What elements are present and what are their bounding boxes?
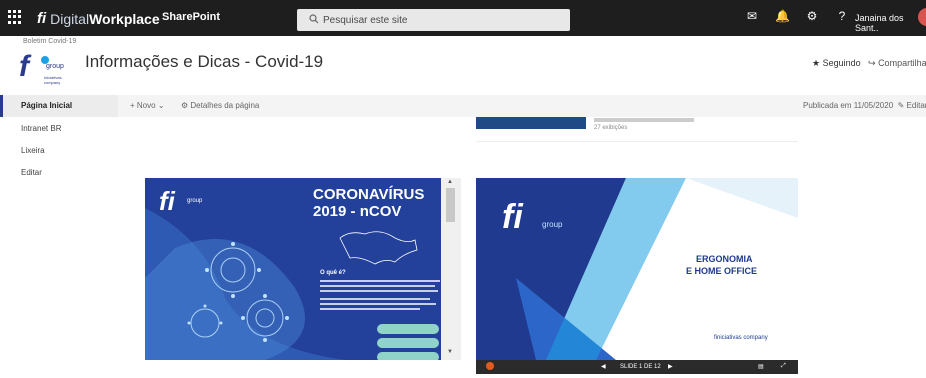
doc1-title2: 2019 - nCOV xyxy=(313,203,402,220)
fullscreen-icon[interactable]: ⤢ xyxy=(781,363,786,370)
scroll-down-icon[interactable]: ▼ xyxy=(447,349,453,355)
doc1-title1: CORONAVÍRUS xyxy=(313,186,425,203)
app-launcher-icon[interactable] xyxy=(8,10,22,24)
share-icon: ↪ xyxy=(868,58,876,68)
star-icon: ★ xyxy=(812,58,821,68)
doc2-company: finiciativas company xyxy=(714,335,768,341)
doc1-group: group xyxy=(187,198,203,204)
edit-button[interactable]: Editar xyxy=(907,101,926,110)
logo-sub: Iniciativas company xyxy=(44,75,62,85)
news-thumbnail[interactable] xyxy=(476,117,586,129)
site-logo[interactable]: f group Iniciativas company xyxy=(19,50,71,90)
page-details-button[interactable]: ⚙ Detalhes da página xyxy=(181,101,259,110)
page-details-label: Detalhes da página xyxy=(190,101,260,110)
gear-icon: ⚙ xyxy=(181,101,189,110)
viewer-scrollbar[interactable]: ▲ ▼ xyxy=(441,178,461,360)
doc2-title1: ERGONOMIA xyxy=(696,254,753,264)
bell-icon[interactable]: 🔔 xyxy=(775,9,790,23)
page-title: Informações e Dicas - Covid-19 xyxy=(85,52,324,71)
sharepoint-link[interactable]: SharePoint xyxy=(162,11,220,23)
brand-workplace: Workplace xyxy=(89,10,160,27)
doc1-logo: fi xyxy=(159,186,175,216)
nav-item-recycle-bin[interactable]: Lixeira xyxy=(21,146,45,155)
doc2-logo: fi xyxy=(502,198,523,236)
doc2-title2: E HOME OFFICE xyxy=(686,266,758,276)
news-views: 27 exibições xyxy=(594,125,628,131)
divider xyxy=(476,141,798,142)
search-icon xyxy=(309,14,319,24)
scroll-up-icon[interactable]: ▲ xyxy=(447,179,453,185)
published-date: Publicada em 11/05/2020 xyxy=(803,101,894,110)
help-icon[interactable]: ? xyxy=(835,9,849,23)
office-icon xyxy=(486,362,494,370)
suite-bar: fi Digital Workplace SharePoint Pesquisar… xyxy=(0,0,926,36)
search-input[interactable]: Pesquisar este site xyxy=(297,9,570,31)
brand-fi: fi xyxy=(37,10,47,27)
chevron-down-icon: ⌄ xyxy=(157,101,165,110)
pencil-icon[interactable]: ✎ xyxy=(898,101,905,110)
nav-item-edit[interactable]: Editar xyxy=(21,168,42,177)
gear-icon[interactable]: ⚙ xyxy=(805,9,819,23)
share-button[interactable]: ↪ Compartilhar xyxy=(868,58,926,69)
next-slide-icon[interactable]: ▶ xyxy=(668,363,673,370)
follow-label: Seguindo xyxy=(822,58,861,68)
share-label: Compartilhar xyxy=(878,58,926,68)
logo-group: group xyxy=(46,63,64,70)
user-name[interactable]: Janaina dos Sant.. xyxy=(855,13,926,33)
doc2-group: group xyxy=(542,220,563,229)
brand-logo[interactable]: fi Digital Workplace xyxy=(37,10,160,27)
megaphone-icon[interactable]: ✉ xyxy=(745,9,759,23)
published-status: Publicada em 11/05/2020 ✎ Editar xyxy=(803,101,926,110)
document-viewer-coronavirus[interactable]: fi group CORONAVÍRUS 2019 - nCOV O quê é… xyxy=(145,178,461,360)
site-header: Boletim Covid-19 f group Iniciativas com… xyxy=(0,36,926,94)
slide-counter: SLIDE 1 DE 12 xyxy=(620,364,661,370)
scroll-thumb[interactable] xyxy=(446,188,455,222)
view-mode-icon[interactable]: ▤ xyxy=(758,363,764,370)
slide-controls: ◀ SLIDE 1 DE 12 ▶ ▤ ⤢ xyxy=(476,360,798,374)
doc1-question: O quê é? xyxy=(320,270,346,276)
breadcrumb[interactable]: Boletim Covid-19 xyxy=(23,38,76,45)
document-viewer-ergonomia[interactable]: fi group ERGONOMIA E HOME OFFICE finicia… xyxy=(476,178,798,360)
prev-slide-icon[interactable]: ◀ xyxy=(601,363,606,370)
follow-button[interactable]: ★ Seguindo xyxy=(812,58,861,69)
new-button[interactable]: + Novo ⌄ xyxy=(130,101,165,110)
new-label: Novo xyxy=(136,101,156,110)
news-meta: 27 exibições xyxy=(594,118,694,132)
command-bar: + Novo ⌄ ⚙ Detalhes da página Publicada … xyxy=(0,95,926,117)
nav-item-home[interactable]: Página Inicial xyxy=(21,101,72,110)
left-nav: Página Inicial Intranet BR Lixeira Edita… xyxy=(0,95,118,378)
nav-item-intranet[interactable]: Intranet BR xyxy=(21,124,61,133)
brand-digital: Digital xyxy=(50,10,90,27)
search-placeholder: Pesquisar este site xyxy=(323,14,408,26)
